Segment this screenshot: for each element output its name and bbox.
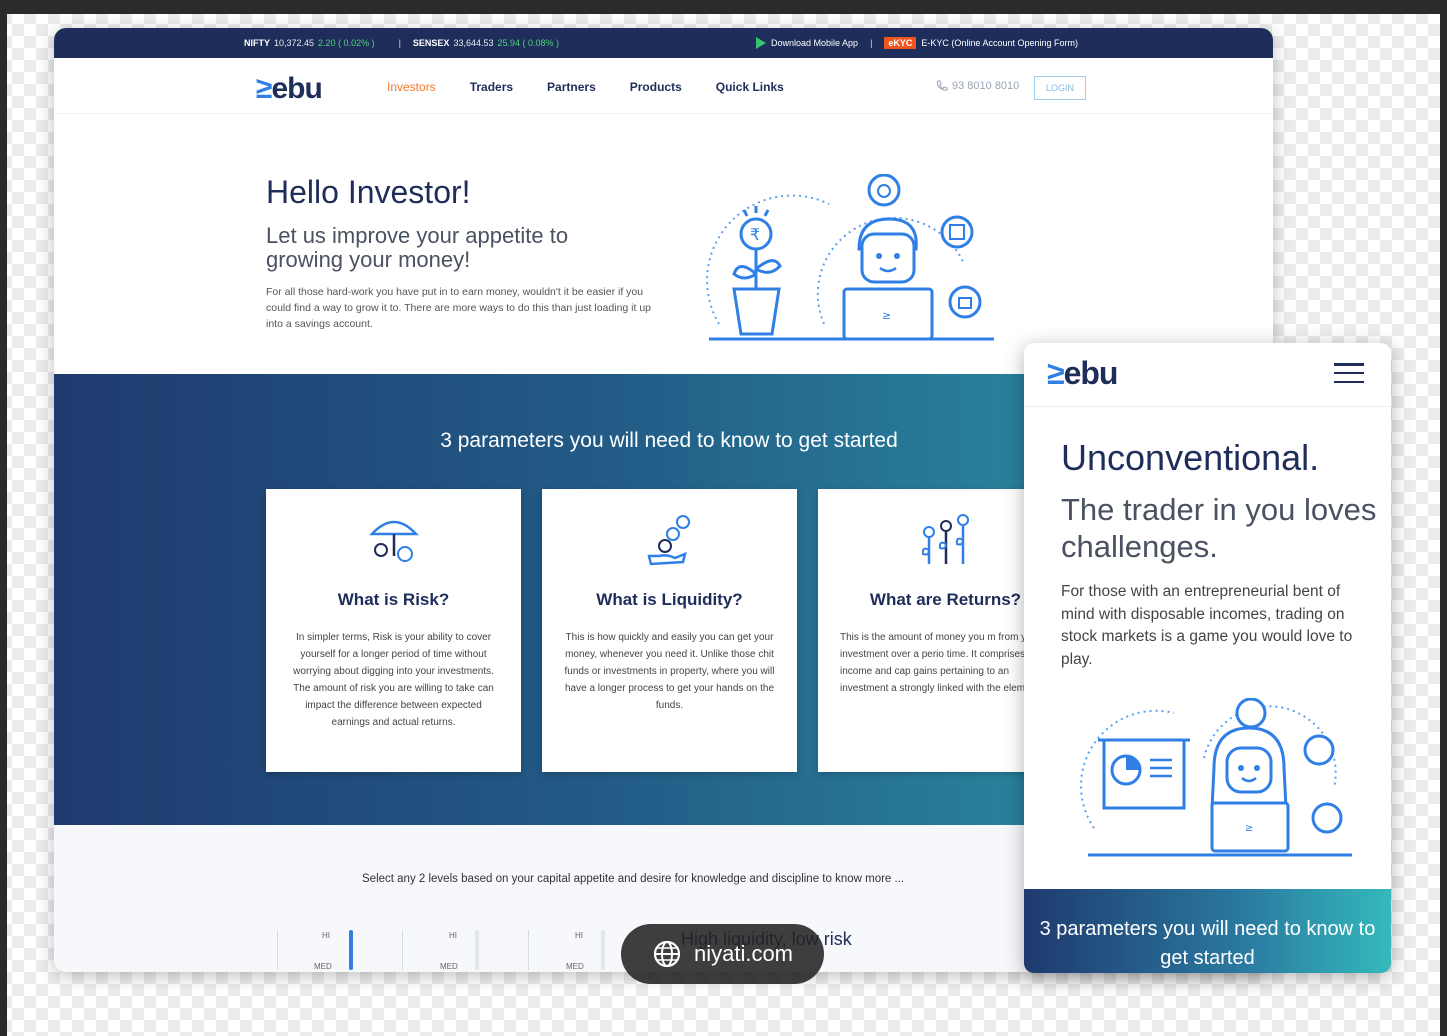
nifty-value: 10,372.45 <box>274 38 315 48</box>
svg-text:≥: ≥ <box>1245 823 1253 834</box>
ticker-separator-2: | <box>870 38 873 48</box>
market-ticker-bar: NIFTY 10,372.45 2.20 ( 0.02% ) | SENSEX … <box>54 28 1273 58</box>
login-button[interactable]: LOGIN <box>1034 76 1086 100</box>
hero-title: Hello Investor! <box>266 174 471 210</box>
mobile-site-window: ≥ebu Unconventional. The trader in you l… <box>1024 343 1391 973</box>
phone-icon <box>937 80 948 91</box>
svg-text:≥: ≥ <box>882 309 891 322</box>
mobile-header: ≥ebu <box>1024 343 1391 407</box>
risk-card-title: What is Risk? <box>337 590 450 609</box>
hamburger-menu-icon[interactable] <box>1334 363 1364 383</box>
nifty-change: 2.20 ( 0.02% ) <box>318 38 375 48</box>
risk-slider[interactable] <box>349 930 353 970</box>
level-divider <box>277 930 278 970</box>
site-watermark-pill: niyati.com <box>621 924 824 984</box>
slider-med-label: MED <box>566 962 584 971</box>
svg-text:₹: ₹ <box>750 225 760 244</box>
ticker-separator: | <box>398 38 401 48</box>
nav-item-partners[interactable]: Partners <box>547 80 596 94</box>
zebu-logo[interactable]: ≥ebu <box>256 72 323 106</box>
liquidity-card-body: This is how quickly and easily you can g… <box>564 632 775 711</box>
liquidity-card-title: What is Liquidity? <box>596 590 743 609</box>
nav-item-traders[interactable]: Traders <box>470 80 513 94</box>
returns-card-body: This is the amount of money you m from y… <box>840 632 1051 694</box>
investor-illustration: ₹ ≥ <box>706 174 994 341</box>
screen-frame-left <box>0 0 7 1036</box>
sensex-change: 25.94 ( 0.08% ) <box>497 38 560 48</box>
umbrella-coins-icon <box>368 520 419 562</box>
globe-icon <box>653 940 681 968</box>
sensex-value: 33,644.53 <box>453 38 494 48</box>
hero-section: Hello Investor! Let us improve your appe… <box>54 114 1273 374</box>
money-plants-icon <box>921 514 969 564</box>
phone-number: 93 8010 8010 <box>952 80 1020 92</box>
mobile-parameters-banner: 3 parameters you will need to know to ge… <box>1024 889 1391 973</box>
mobile-hero-subtitle: The trader in you loves challenges. <box>1061 492 1377 564</box>
screen-frame-top <box>0 0 1447 14</box>
nav-item-quick-links[interactable]: Quick Links <box>716 80 784 94</box>
nifty-label: NIFTY <box>244 38 270 48</box>
trader-illustration: ≥ <box>1080 698 1352 857</box>
slider-med-label: MED <box>440 962 458 971</box>
main-navbar: ≥ebu Investors Traders Partners Products… <box>54 58 1273 114</box>
level-divider <box>402 930 403 970</box>
nav-item-investors[interactable]: Investors <box>387 80 436 94</box>
sensex-label: SENSEX <box>412 38 450 48</box>
slider-hi-label: HI <box>575 931 583 940</box>
liquidity-slider[interactable] <box>475 930 479 970</box>
nav-links: Investors Traders Partners Products Quic… <box>387 80 818 94</box>
liquidity-card[interactable]: What is Liquidity? This is how quickly a… <box>542 489 797 772</box>
slider-hi-label: HI <box>322 931 330 940</box>
download-app-link[interactable]: Download Mobile App <box>771 38 858 48</box>
play-store-icon <box>756 37 766 49</box>
nav-item-products[interactable]: Products <box>630 80 682 94</box>
hero-body: For all those hard-work you have put in … <box>266 286 652 330</box>
screen-frame-right <box>1440 0 1447 1036</box>
ekyc-badge[interactable]: eKYC <box>884 37 917 49</box>
level-divider <box>528 930 529 970</box>
mobile-hero-body: For those with an entrepreneurial bent o… <box>1061 583 1353 668</box>
levels-instruction: Select any 2 levels based on your capita… <box>362 873 905 885</box>
site-domain: niyati.com <box>693 941 794 966</box>
slider-med-label: MED <box>314 962 332 971</box>
risk-card[interactable]: What is Risk? In simpler terms, Risk is … <box>266 489 521 772</box>
risk-card-body: In simpler terms, Risk is your ability t… <box>293 632 494 728</box>
ekyc-link[interactable]: E-KYC (Online Account Opening Form) <box>921 38 1078 48</box>
mobile-hero-title: Unconventional. <box>1061 437 1320 478</box>
phone-contact[interactable]: 93 8010 8010 <box>936 80 1019 92</box>
slider-hi-label: HI <box>449 931 457 940</box>
hero-subtitle: Let us improve your appetite to growing … <box>266 223 569 272</box>
hand-coins-icon <box>646 515 690 566</box>
returns-slider[interactable] <box>601 930 605 970</box>
mobile-zebu-logo[interactable]: ≥ebu <box>1047 355 1118 392</box>
